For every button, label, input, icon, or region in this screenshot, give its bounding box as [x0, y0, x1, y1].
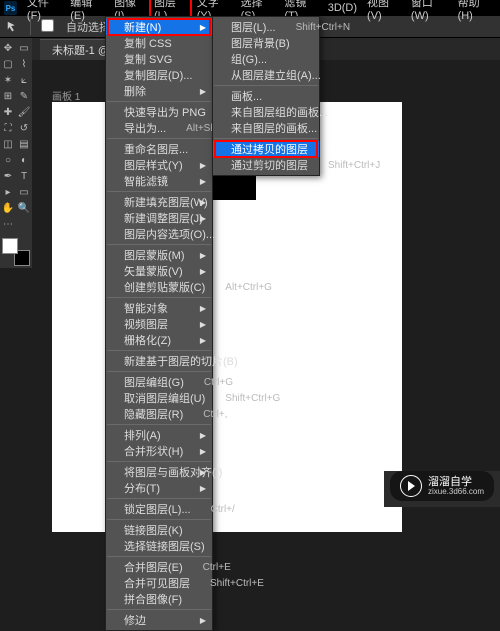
- blur-tool[interactable]: ○: [0, 152, 16, 168]
- move-tool[interactable]: ✥: [0, 40, 16, 56]
- menu-item[interactable]: 新建调整图层(J)▶: [106, 210, 212, 226]
- menu-item[interactable]: 新建(N)▶: [106, 19, 212, 35]
- menu-item[interactable]: 重命名图层...: [106, 141, 212, 157]
- brush-tool[interactable]: 🖌: [16, 104, 32, 120]
- crop-tool[interactable]: ⟀: [16, 72, 32, 88]
- artboard-tool[interactable]: ▭: [16, 40, 32, 56]
- menu-item[interactable]: 复制 SVG: [106, 51, 212, 67]
- menu-item[interactable]: 矢量蒙版(V)▶: [106, 263, 212, 279]
- menu-item[interactable]: 隐藏图层(R)Ctrl+,: [106, 406, 212, 422]
- menu-item[interactable]: 图层蒙版(M)▶: [106, 247, 212, 263]
- menu-item[interactable]: 取消图层编组(U)Shift+Ctrl+G: [106, 390, 212, 406]
- menu-3d[interactable]: 3D(D): [324, 1, 361, 15]
- path-select-tool[interactable]: ▸: [0, 184, 16, 200]
- pen-tool[interactable]: ✒: [0, 168, 16, 184]
- menu-item[interactable]: 智能滤镜▶: [106, 173, 212, 189]
- menu-item[interactable]: 视频图层▶: [106, 316, 212, 332]
- quick-select-tool[interactable]: ✶: [0, 72, 16, 88]
- foreground-color[interactable]: [2, 238, 18, 254]
- menu-item[interactable]: 智能对象▶: [106, 300, 212, 316]
- menu-item[interactable]: 图层编组(G)Ctrl+G: [106, 374, 212, 390]
- menu-window[interactable]: 窗口(W): [407, 0, 452, 23]
- history-brush-tool[interactable]: ↺: [16, 120, 32, 136]
- edit-toolbar[interactable]: ⋯: [0, 216, 16, 232]
- menu-item[interactable]: 图层内容选项(O)...: [106, 226, 212, 242]
- move-tool-icon: [6, 20, 20, 34]
- artboard-label[interactable]: 画板 1: [52, 88, 80, 103]
- gradient-tool[interactable]: ▤: [16, 136, 32, 152]
- menu-item[interactable]: 从图层建立组(A)...: [213, 67, 319, 83]
- layer-new-submenu: 图层(L)...Shift+Ctrl+N图层背景(B)组(G)...从图层建立组…: [212, 16, 320, 176]
- menu-item[interactable]: 来自图层组的画板...: [213, 104, 319, 120]
- color-swatches[interactable]: [2, 238, 30, 266]
- watermark-brand: 溜溜自学: [428, 476, 484, 488]
- menu-item[interactable]: 删除▶: [106, 83, 212, 99]
- menu-item[interactable]: 新建填充图层(W)▶: [106, 194, 212, 210]
- menu-view[interactable]: 视图(V): [363, 0, 405, 23]
- menu-item[interactable]: 修边▶: [106, 612, 212, 628]
- toolbox: ✥ ▭ ▢ ⌇ ✶ ⟀ ⊞ ✎ ✚ 🖌 ⛶ ↺ ◫ ▤ ○ ◐ ✒ T ▸ ▭ …: [0, 38, 32, 268]
- divider: [30, 19, 31, 35]
- menu-item[interactable]: 锁定图层(L)...Ctrl+/: [106, 501, 212, 517]
- frame-tool[interactable]: ⊞: [0, 88, 16, 104]
- menu-item[interactable]: 图层(L)...Shift+Ctrl+N: [213, 19, 319, 35]
- dodge-tool[interactable]: ◐: [16, 152, 32, 168]
- menu-item[interactable]: 创建剪贴蒙版(C)Alt+Ctrl+G: [106, 279, 212, 295]
- menu-item[interactable]: 将图层与画板对齐(I)▶: [106, 464, 212, 480]
- menu-item[interactable]: 画板...: [213, 88, 319, 104]
- menu-item[interactable]: 选择链接图层(S): [106, 538, 212, 554]
- stamp-tool[interactable]: ⛶: [0, 120, 16, 136]
- shape-tool[interactable]: ▭: [16, 184, 32, 200]
- layer-menu-dropdown: 新建(N)▶复制 CSS复制 SVG复制图层(D)...删除▶ 快速导出为 PNG…: [105, 16, 213, 631]
- menu-item[interactable]: 图层背景(B): [213, 35, 319, 51]
- menu-item[interactable]: 导出为...Alt+Shift+Ctrl+': [106, 120, 212, 136]
- hand-tool[interactable]: ✋: [0, 200, 16, 216]
- menu-item[interactable]: 排列(A)▶: [106, 427, 212, 443]
- eyedropper-tool[interactable]: ✎: [16, 88, 32, 104]
- type-tool[interactable]: T: [16, 168, 32, 184]
- menubar: Ps 文件(F) 编辑(E) 图像(I) 图层(L) 文字(Y) 选择(S) 滤…: [0, 0, 500, 16]
- menu-item[interactable]: 复制图层(D)...: [106, 67, 212, 83]
- menu-help[interactable]: 帮助(H): [454, 0, 496, 23]
- watermark-url: zixue.3d66.com: [428, 488, 484, 497]
- menu-item[interactable]: 链接图层(K): [106, 522, 212, 538]
- menu-item[interactable]: 组(G)...: [213, 51, 319, 67]
- menu-item[interactable]: 复制 CSS: [106, 35, 212, 51]
- menu-item[interactable]: 通过拷贝的图层Ctrl+J: [213, 141, 319, 157]
- auto-select-checkbox[interactable]: [41, 19, 56, 35]
- menu-item[interactable]: 快速导出为 PNGShift+Ctrl+': [106, 104, 212, 120]
- play-icon: [400, 475, 422, 497]
- app-logo: Ps: [4, 1, 17, 15]
- menu-item[interactable]: 拼合图像(F): [106, 591, 212, 607]
- menu-item[interactable]: 合并可见图层Shift+Ctrl+E: [106, 575, 212, 591]
- menu-item[interactable]: 通过剪切的图层Shift+Ctrl+J: [213, 157, 319, 173]
- menu-item[interactable]: 合并图层(E)Ctrl+E: [106, 559, 212, 575]
- menu-item[interactable]: 图层样式(Y)▶: [106, 157, 212, 173]
- lasso-tool[interactable]: ⌇: [16, 56, 32, 72]
- eraser-tool[interactable]: ◫: [0, 136, 16, 152]
- menu-item[interactable]: 栅格化(Z)▶: [106, 332, 212, 348]
- menu-item[interactable]: 分布(T)▶: [106, 480, 212, 496]
- menu-item[interactable]: 新建基于图层的切片(B): [106, 353, 212, 369]
- menu-item[interactable]: 来自图层的画板...: [213, 120, 319, 136]
- menu-item[interactable]: 合并形状(H)▶: [106, 443, 212, 459]
- watermark: 溜溜自学 zixue.3d66.com: [390, 471, 494, 501]
- marquee-tool[interactable]: ▢: [0, 56, 16, 72]
- heal-tool[interactable]: ✚: [0, 104, 16, 120]
- zoom-tool[interactable]: 🔍: [16, 200, 32, 216]
